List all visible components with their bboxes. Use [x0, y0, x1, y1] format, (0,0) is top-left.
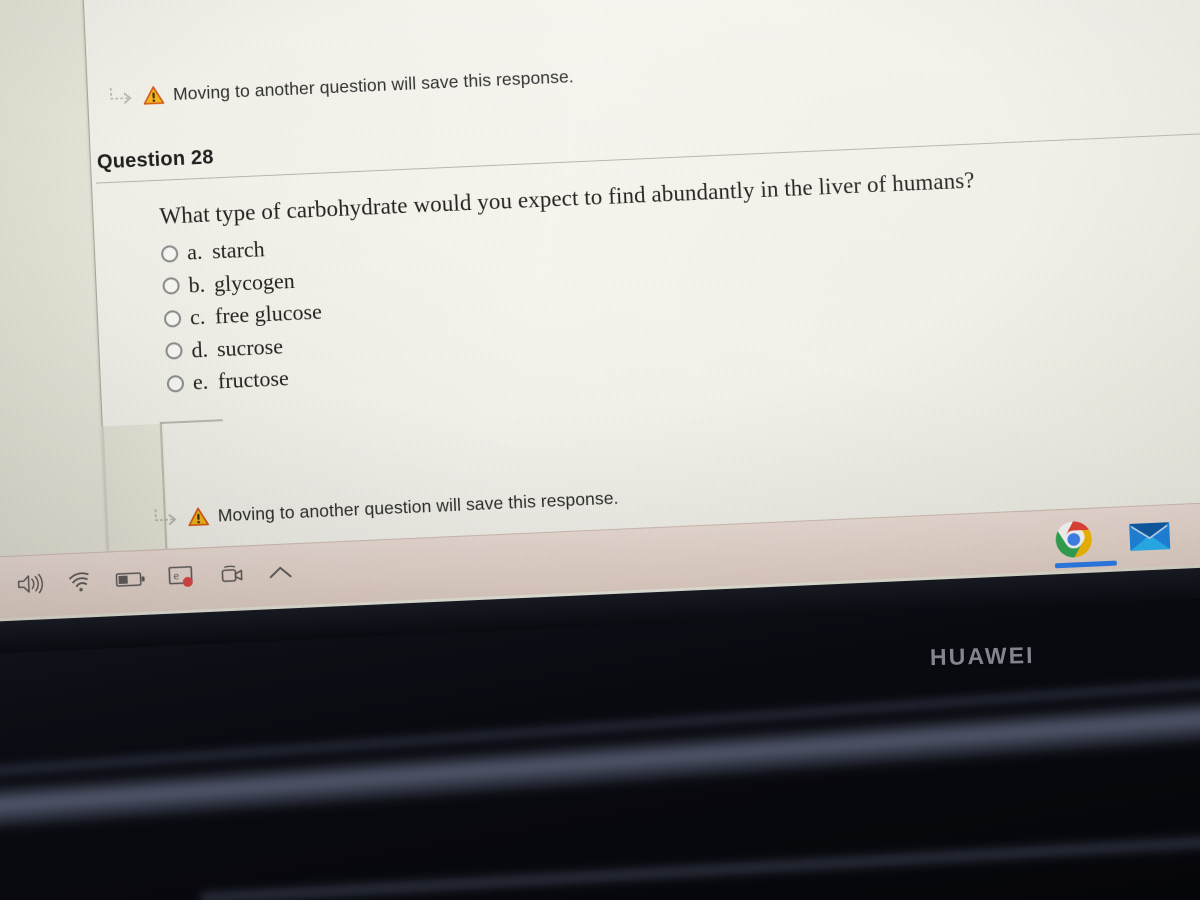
webcam-icon[interactable]: [219, 563, 246, 591]
option-letter-a: a.: [186, 238, 203, 265]
warning-triangle-icon: [143, 85, 165, 105]
laptop-photo: HUAWEI Question Completion Status:: [0, 0, 1200, 900]
answer-options-list: a. starch b. glycogen c. free glucose d.…: [160, 204, 983, 396]
wifi-icon[interactable]: [67, 570, 94, 598]
warning-triangle-icon: [187, 506, 210, 526]
option-letter-d: d.: [190, 336, 209, 363]
option-text-e: fructose: [217, 365, 290, 394]
question-body: What type of carbohydrate would you expe…: [159, 168, 983, 404]
radio-button-d[interactable]: [165, 341, 183, 360]
taskbar-app-buttons: [1051, 513, 1173, 569]
volume-speaker-icon[interactable]: [15, 572, 46, 600]
option-letter-b: b.: [188, 271, 206, 298]
option-letter-e: e.: [192, 368, 209, 395]
laptop-screen: Question Completion Status: Moving to an…: [0, 0, 1200, 622]
radio-button-e[interactable]: [166, 374, 185, 393]
battery-icon[interactable]: [115, 570, 146, 594]
mail-envelope-icon[interactable]: [1127, 513, 1173, 559]
option-text-d: sucrose: [216, 332, 284, 361]
system-tray: e: [15, 560, 294, 601]
option-text-b: glycogen: [213, 267, 296, 296]
radio-button-b[interactable]: [162, 277, 180, 295]
radio-button-c[interactable]: [163, 309, 182, 328]
option-text-c: free glucose: [214, 298, 323, 329]
laptop-lower-edge-highlight: [200, 821, 1200, 900]
option-letter-c: c.: [189, 303, 206, 330]
chrome-active-indicator: [1054, 560, 1117, 569]
notification-screen-icon[interactable]: e: [167, 564, 198, 594]
corner-down-right-arrow-icon: [152, 506, 179, 529]
content-panel-notch: [102, 423, 169, 557]
huawei-brand-logo: HUAWEI: [929, 641, 1035, 671]
radio-button-a[interactable]: [160, 244, 179, 263]
chrome-icon[interactable]: [1051, 517, 1117, 569]
option-text-a: starch: [211, 236, 266, 264]
svg-text:e: e: [173, 571, 179, 582]
chevron-up-icon[interactable]: [267, 563, 294, 587]
corner-down-right-arrow-icon: [108, 85, 135, 108]
